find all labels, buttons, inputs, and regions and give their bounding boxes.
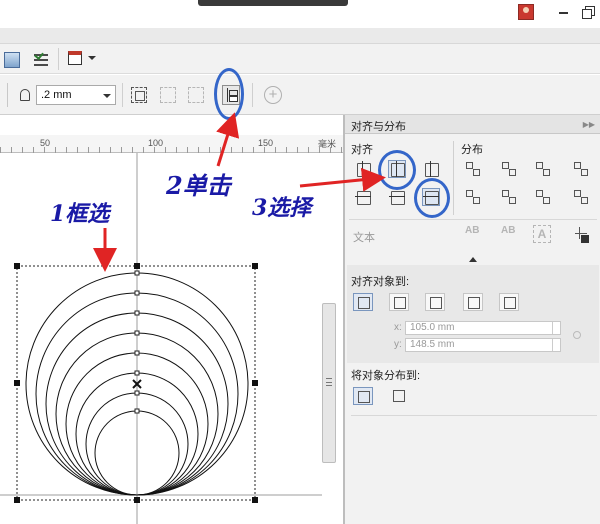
annotation-step3: 3选择 [252, 195, 312, 221]
arrow-to-align-button [216, 112, 240, 167]
arrow-to-align-option [299, 167, 386, 192]
annotation-step2: 2单击 [166, 171, 231, 200]
annotation-step1: 1框选 [50, 201, 110, 227]
annotation-arrows [93, 112, 386, 272]
